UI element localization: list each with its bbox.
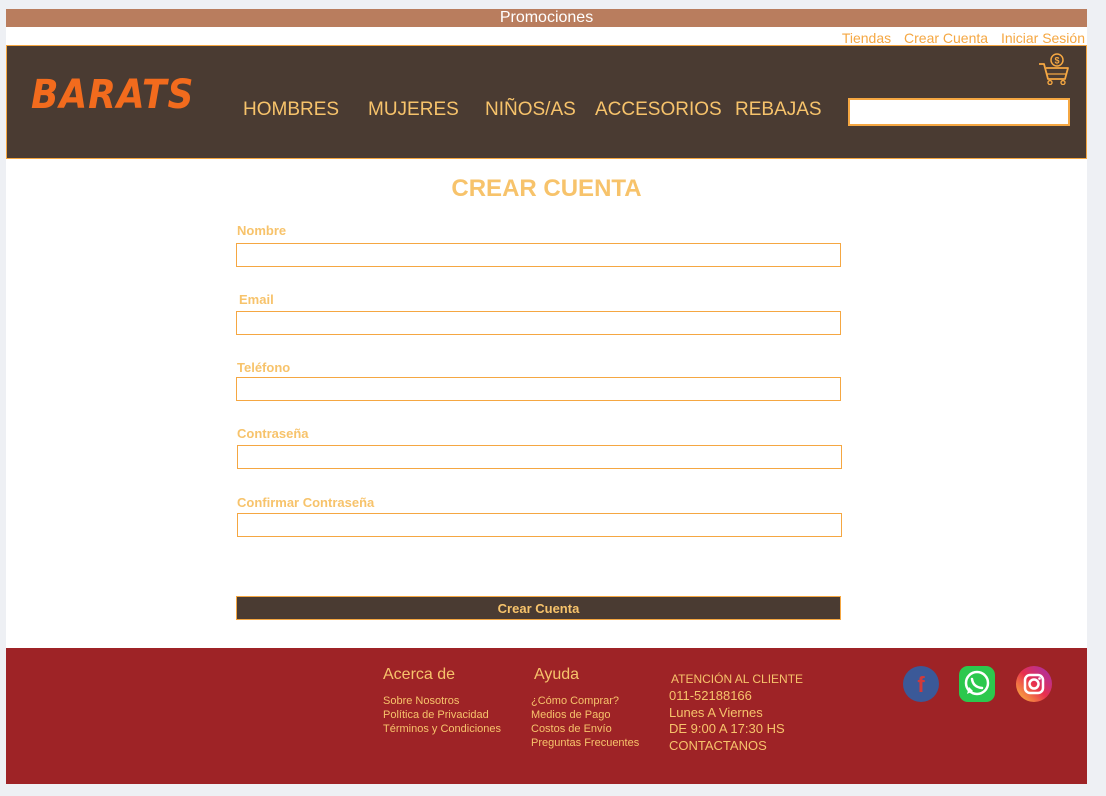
footer-link-costos-envio[interactable]: Costos de Envío xyxy=(531,723,612,735)
footer-link-como-comprar[interactable]: ¿Cómo Comprar? xyxy=(531,695,619,707)
footer-link-preguntas[interactable]: Preguntas Frecuentes xyxy=(531,737,639,749)
field-label-confirmar: Confirmar Contraseña xyxy=(237,495,375,510)
password-field[interactable] xyxy=(237,445,842,469)
instagram-icon[interactable] xyxy=(1015,665,1053,703)
nav-ninos[interactable]: NIÑOS/AS xyxy=(485,99,576,121)
footer-about-heading: Acerca de xyxy=(383,666,456,683)
search-input[interactable] xyxy=(848,98,1070,126)
link-iniciar-sesion[interactable]: Iniciar Sesión xyxy=(1001,30,1085,46)
svg-text:$: $ xyxy=(1054,56,1059,66)
footer-contact-hours: DE 9:00 A 17:30 HS xyxy=(669,721,785,736)
footer-contact-link[interactable]: CONTACTANOS xyxy=(669,738,767,753)
field-label-telefono: Teléfono xyxy=(237,360,291,375)
field-label-nombre: Nombre xyxy=(237,223,287,238)
page: Promociones Tiendas Crear Cuenta Iniciar… xyxy=(6,9,1087,784)
footer-contact-days: Lunes A Viernes xyxy=(669,705,763,720)
footer-contact-phone: 011-52188166 xyxy=(669,688,752,703)
site-footer: Acerca de Sobre Nosotros Política de Pri… xyxy=(6,648,1087,784)
site-header: BARATS HOMBRES MUJERES NIÑOS/AS ACCESORI… xyxy=(6,45,1087,159)
nav-accesorios[interactable]: ACCESORIOS xyxy=(595,99,722,121)
shopping-cart-icon[interactable]: $ xyxy=(1037,53,1071,86)
field-label-contrasena: Contraseña xyxy=(237,426,309,441)
nav-mujeres[interactable]: MUJERES xyxy=(368,99,459,121)
footer-link-privacidad[interactable]: Política de Privacidad xyxy=(383,709,489,721)
field-label-email: Email xyxy=(239,292,274,307)
link-crear-cuenta[interactable]: Crear Cuenta xyxy=(904,30,988,46)
svg-text:f: f xyxy=(917,672,925,697)
promo-label[interactable]: Promociones xyxy=(500,9,593,26)
facebook-icon[interactable]: f xyxy=(902,665,940,703)
whatsapp-icon[interactable] xyxy=(958,665,996,703)
footer-contact-heading: ATENCIÓN AL CLIENTE xyxy=(671,672,804,686)
footer-link-sobre-nosotros[interactable]: Sobre Nosotros xyxy=(383,695,459,707)
name-field[interactable] xyxy=(236,243,841,267)
link-tiendas[interactable]: Tiendas xyxy=(842,30,891,46)
nav-hombres[interactable]: HOMBRES xyxy=(243,99,339,121)
nav-rebajas[interactable]: REBAJAS xyxy=(735,99,822,121)
page-title: CREAR CUENTA xyxy=(451,175,642,202)
promo-bar[interactable]: Promociones xyxy=(6,9,1087,27)
email-field[interactable] xyxy=(236,311,841,335)
footer-link-terminos[interactable]: Términos y Condiciones xyxy=(383,723,501,735)
footer-help-heading: Ayuda xyxy=(534,666,580,683)
brand-logo[interactable]: BARATS xyxy=(31,72,194,118)
confirm-password-field[interactable] xyxy=(237,513,842,537)
create-account-button[interactable]: Crear Cuenta xyxy=(236,596,841,620)
phone-field[interactable] xyxy=(236,377,841,401)
footer-link-medios-pago[interactable]: Medios de Pago xyxy=(531,709,611,721)
